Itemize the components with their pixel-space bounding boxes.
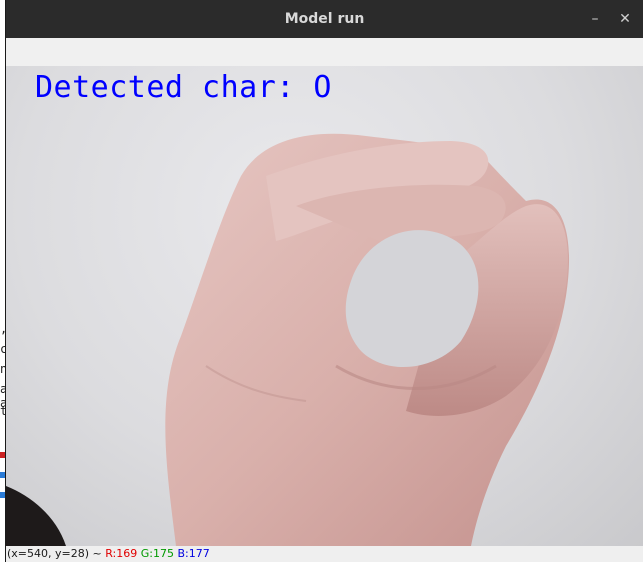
- bg-marker: [0, 452, 5, 458]
- detected-char-label: Detected char: O: [35, 70, 332, 105]
- bg-marker: [0, 472, 5, 478]
- status-bar: (x=540, y=28) ~ R:169 G:175 B:177: [6, 546, 643, 562]
- blue-value: B:177: [177, 547, 210, 560]
- toolbar: [6, 38, 643, 67]
- title-bar[interactable]: Model run – ✕: [6, 0, 643, 38]
- red-value: R:169: [105, 547, 138, 560]
- bg-marker: [0, 492, 5, 498]
- model-run-window: Model run – ✕ Detected char: O (x=540, y…: [6, 0, 643, 562]
- green-value: G:175: [140, 547, 174, 560]
- hand-image: [6, 133, 570, 546]
- close-button[interactable]: ✕: [615, 9, 635, 29]
- pixel-coords: (x=540, y=28) ~: [7, 547, 102, 560]
- minimize-button[interactable]: –: [585, 9, 605, 29]
- window-title: Model run: [284, 11, 365, 27]
- camera-view[interactable]: Detected char: O: [6, 66, 643, 546]
